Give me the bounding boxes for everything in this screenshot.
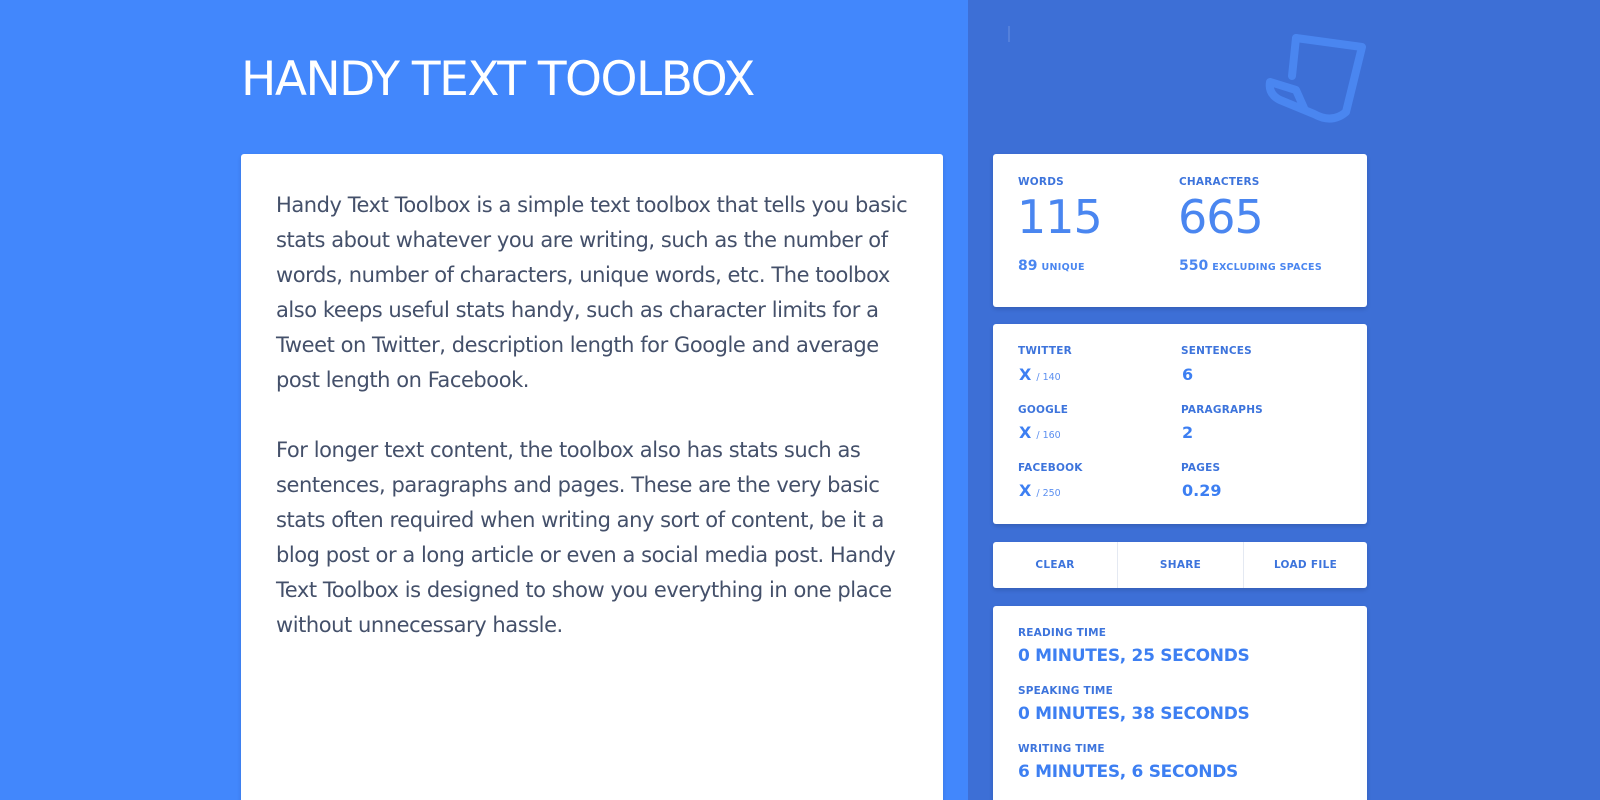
- twitter-limit: / 140: [1036, 372, 1061, 383]
- text-editor[interactable]: Handy Text Toolbox is a simple text tool…: [241, 154, 943, 800]
- google-status: X: [1019, 423, 1032, 442]
- speaking-time-label: SPEAKING TIME: [1018, 685, 1113, 697]
- decorative-tick: [1008, 26, 1010, 42]
- google-label: GOOGLE: [1018, 404, 1069, 416]
- unique-count: 89: [1018, 258, 1038, 274]
- google-stat: X / 160: [1019, 423, 1061, 442]
- facebook-limit: / 250: [1036, 488, 1061, 499]
- facebook-status: X: [1019, 481, 1032, 500]
- writing-time-label: WRITING TIME: [1018, 743, 1105, 755]
- clear-button[interactable]: CLEAR: [993, 542, 1117, 588]
- paragraphs-label: PARAGRAPHS: [1181, 404, 1263, 416]
- unique-words-stat: 89 UNIQUE: [1018, 258, 1085, 274]
- words-label: WORDS: [1018, 176, 1064, 188]
- pages-label: PAGES: [1181, 462, 1221, 474]
- reading-time-value: 0 MINUTES, 25 SECONDS: [1018, 646, 1250, 666]
- excluding-spaces-stat: 550 EXCLUDING SPACES: [1179, 258, 1322, 274]
- speaking-time-value: 0 MINUTES, 38 SECONDS: [1018, 704, 1250, 724]
- unique-label: UNIQUE: [1041, 262, 1085, 273]
- twitter-label: TWITTER: [1018, 345, 1072, 357]
- paragraphs-count: 2: [1182, 423, 1194, 442]
- facebook-stat: X / 250: [1019, 481, 1061, 500]
- reading-time-label: READING TIME: [1018, 627, 1107, 639]
- times-card: READING TIME 0 MINUTES, 25 SECONDS SPEAK…: [993, 606, 1367, 800]
- facebook-label: FACEBOOK: [1018, 462, 1083, 474]
- pages-count: 0.29: [1182, 481, 1222, 500]
- excluding-spaces-label: EXCLUDING SPACES: [1212, 262, 1322, 273]
- page-title: HANDY TEXT TOOLBOX: [241, 52, 755, 107]
- excluding-spaces-count: 550: [1179, 258, 1209, 274]
- editor-paragraph[interactable]: Handy Text Toolbox is a simple text tool…: [276, 188, 913, 398]
- load-file-button[interactable]: LOAD FILE: [1243, 542, 1367, 588]
- words-count: 115: [1017, 190, 1103, 244]
- share-button[interactable]: SHARE: [1117, 542, 1243, 588]
- sentences-label: SENTENCES: [1181, 345, 1252, 357]
- twitter-stat: X / 140: [1019, 365, 1061, 384]
- writing-time-value: 6 MINUTES, 6 SECONDS: [1018, 762, 1238, 782]
- twitter-status: X: [1019, 365, 1032, 384]
- characters-count: 665: [1178, 190, 1264, 244]
- limits-card: TWITTER X / 140 GOOGLE X / 160 FACEBOOK X /…: [993, 324, 1367, 524]
- editor-paragraph[interactable]: For longer text content, the toolbox als…: [276, 433, 913, 643]
- actions-bar: CLEAR SHARE LOAD FILE: [993, 542, 1367, 588]
- counts-card: WORDS 115 89 UNIQUE CHARACTERS 665 550 EXC…: [993, 154, 1367, 307]
- document-logo-icon: [1265, 34, 1366, 123]
- google-limit: / 160: [1036, 430, 1061, 441]
- sentences-count: 6: [1182, 365, 1194, 384]
- characters-label: CHARACTERS: [1179, 176, 1260, 188]
